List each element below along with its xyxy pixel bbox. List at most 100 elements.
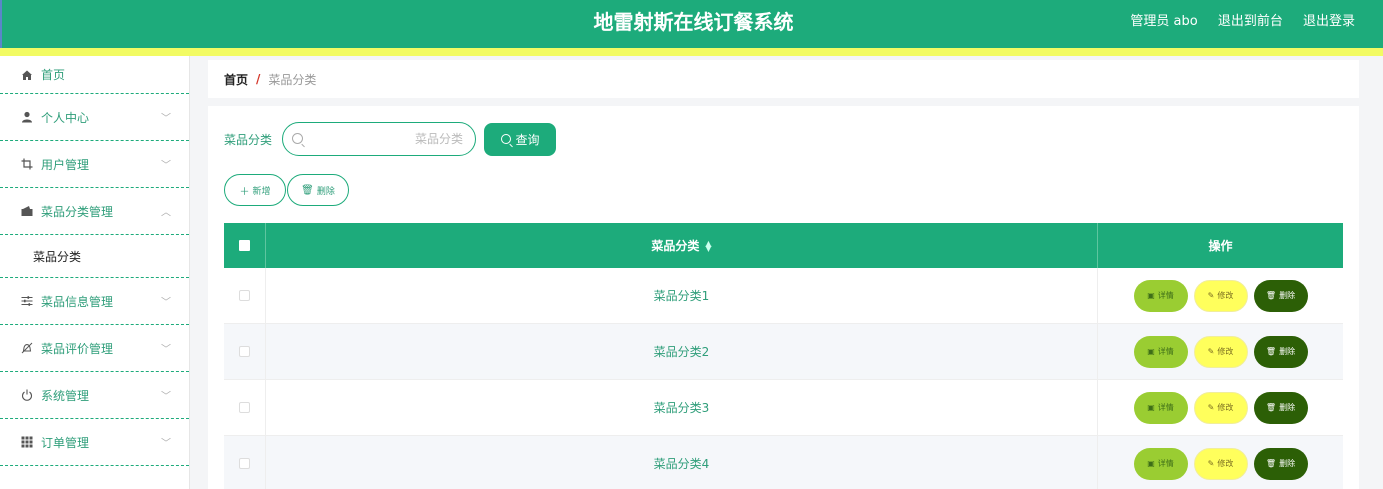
sort-icon[interactable]: ▲ ▼ (705, 239, 711, 252)
detail-button-label: 详情 (1157, 403, 1174, 412)
delete-button[interactable]: 🗑 删除 (1253, 279, 1308, 312)
search-icon (500, 134, 511, 144)
sidebar-item-label: 菜品分类管理 (41, 204, 114, 219)
edit-button[interactable]: ✎ 修改 (1193, 447, 1248, 480)
sliders-icon (20, 294, 34, 308)
query-button[interactable]: 查询 (484, 122, 557, 156)
table-row: 菜品分类2 ▣ 详情 ✎ 修改 🗑 删除 (224, 324, 1343, 380)
delete-button[interactable]: 🗑 删除 (1253, 335, 1308, 368)
batch-delete-button[interactable]: 🗑 删除 (287, 174, 349, 206)
row-actions: ▣ 详情 ✎ 修改 🗑 删除 (1098, 324, 1343, 379)
current-user-label: 管理员 abo (1130, 14, 1198, 29)
sidebar-item-label: 首页 (41, 68, 66, 82)
sidebar-item-dish-category-mgmt[interactable]: 菜品分类管理 ︿ (0, 188, 189, 235)
pencil-icon: ✎ (1207, 459, 1215, 468)
add-button-label: 新增 (252, 186, 271, 197)
header-accent-bar (0, 48, 1383, 56)
edit-button-label: 修改 (1217, 459, 1234, 468)
select-all-checkbox[interactable] (239, 240, 250, 251)
chevron-down-icon: ﹀ (161, 391, 171, 403)
sidebar-item-home[interactable]: 首页 (0, 56, 189, 94)
column-header-ops: 操作 (1208, 239, 1233, 253)
chevron-down-icon: ﹀ (161, 438, 171, 450)
sidebar-item-order-mgmt[interactable]: 订单管理 ﹀ (0, 419, 189, 466)
detail-button-label: 详情 (1157, 347, 1174, 356)
search-input[interactable] (309, 123, 470, 155)
sidebar-item-users[interactable]: 用户管理 ﹀ (0, 141, 189, 188)
edit-button[interactable]: ✎ 修改 (1193, 279, 1248, 312)
table-row: 菜品分类3 ▣ 详情 ✎ 修改 🗑 删除 (224, 380, 1343, 436)
sidebar-item-label: 菜品评价管理 (41, 341, 114, 356)
document-icon: ▣ (1147, 459, 1155, 468)
sidebar-item-dish-review-mgmt[interactable]: 菜品评价管理 ﹀ (0, 325, 189, 372)
sidebar-item-label: 系统管理 (41, 388, 90, 403)
trash-icon: 🗑 (1265, 347, 1277, 356)
table-row: 菜品分类1 ▣ 详情 ✎ 修改 🗑 删除 (224, 268, 1343, 324)
action-buttons: ＋ 新增 🗑 删除 (224, 174, 350, 206)
trash-icon: 🗑 (1265, 403, 1277, 412)
add-button[interactable]: ＋ 新增 (224, 174, 286, 206)
dish-category-table: 菜品分类 ▲ ▼ 操作 菜品分类1 ▣ 详情 ✎ 修改 🗑 删除 菜品分类2 ▣ 详情 ✎… (224, 223, 1343, 489)
detail-button[interactable]: ▣ 详情 (1133, 391, 1188, 424)
wallet-icon (20, 204, 34, 218)
trash-icon: 🗑 (1265, 459, 1277, 468)
breadcrumb-home[interactable]: 首页 (224, 71, 248, 88)
sidebar: 首页 个人中心 ﹀ 用户管理 ﹀ 菜品分类管理 ︿ 菜品分类 菜品信息管理 ﹀ … (0, 56, 190, 489)
top-header: 地雷射斯在线订餐系统 管理员 abo 退出到前台 退出登录 (0, 0, 1383, 48)
sidebar-item-label: 用户管理 (41, 157, 90, 172)
main-content: 菜品分类 查询 ＋ 新增 🗑 删除 菜品分类 ▲▼ 操作 (208, 106, 1359, 489)
row-checkbox-cell (224, 324, 266, 379)
row-checkbox[interactable] (239, 402, 250, 413)
delete-button-label: 删除 (1279, 403, 1296, 412)
search-form: 菜品分类 查询 (224, 122, 557, 156)
pencil-icon: ✎ (1207, 291, 1215, 300)
edit-button-label: 修改 (1217, 403, 1234, 412)
row-checkbox[interactable] (239, 346, 250, 357)
logout-link[interactable]: 退出登录 (1303, 14, 1355, 29)
pencil-icon: ✎ (1207, 347, 1215, 356)
sidebar-item-label: 订单管理 (41, 435, 90, 450)
row-checkbox[interactable] (239, 290, 250, 301)
row-name: 菜品分类1 (266, 268, 1098, 323)
row-checkbox-cell (224, 380, 266, 435)
document-icon: ▣ (1147, 347, 1155, 356)
delete-button-label: 删除 (1279, 459, 1296, 468)
chevron-up-icon: ︿ (161, 207, 171, 219)
sidebar-item-system-mgmt[interactable]: 系统管理 ﹀ (0, 372, 189, 419)
row-checkbox-cell (224, 436, 266, 489)
detail-button-label: 详情 (1157, 459, 1174, 468)
sidebar-item-profile[interactable]: 个人中心 ﹀ (0, 94, 189, 141)
row-checkbox-cell (224, 268, 266, 323)
search-input-wrapper (282, 122, 477, 156)
row-actions: ▣ 详情 ✎ 修改 🗑 删除 (1098, 380, 1343, 435)
bell-off-icon (20, 341, 34, 355)
chevron-down-icon: ﹀ (161, 297, 171, 309)
query-button-label: 查询 (515, 132, 540, 147)
sidebar-item-dish-info-mgmt[interactable]: 菜品信息管理 ﹀ (0, 278, 189, 325)
detail-button[interactable]: ▣ 详情 (1133, 447, 1188, 480)
row-name: 菜品分类4 (266, 436, 1098, 489)
edit-button[interactable]: ✎ 修改 (1193, 391, 1248, 424)
chevron-down-icon: ﹀ (161, 113, 171, 125)
breadcrumb-current: 菜品分类 (268, 72, 317, 87)
back-to-front-link[interactable]: 退出到前台 (1218, 14, 1283, 29)
edit-button[interactable]: ✎ 修改 (1193, 335, 1248, 368)
header-links: 管理员 abo 退出到前台 退出登录 (1114, 0, 1355, 44)
breadcrumb: 首页 / 菜品分类 (208, 60, 1359, 98)
delete-button[interactable]: 🗑 删除 (1253, 447, 1308, 480)
row-actions: ▣ 详情 ✎ 修改 🗑 删除 (1098, 268, 1343, 323)
trash-icon: 🗑 (1265, 291, 1277, 300)
detail-button[interactable]: ▣ 详情 (1133, 335, 1188, 368)
detail-button[interactable]: ▣ 详情 (1133, 279, 1188, 312)
pencil-icon: ✎ (1207, 403, 1215, 412)
chevron-down-icon: ﹀ (161, 160, 171, 172)
power-icon (20, 388, 34, 402)
breadcrumb-separator: / (256, 72, 261, 86)
row-checkbox[interactable] (239, 458, 250, 469)
document-icon: ▣ (1147, 291, 1155, 300)
column-header-name[interactable]: 菜品分类 ▲ ▼ (266, 223, 1098, 268)
delete-button[interactable]: 🗑 删除 (1253, 391, 1308, 424)
delete-button-label: 删除 (1279, 291, 1296, 300)
sidebar-subitem-dish-category[interactable]: 菜品分类 (0, 235, 189, 278)
sidebar-item-label: 个人中心 (41, 110, 90, 125)
